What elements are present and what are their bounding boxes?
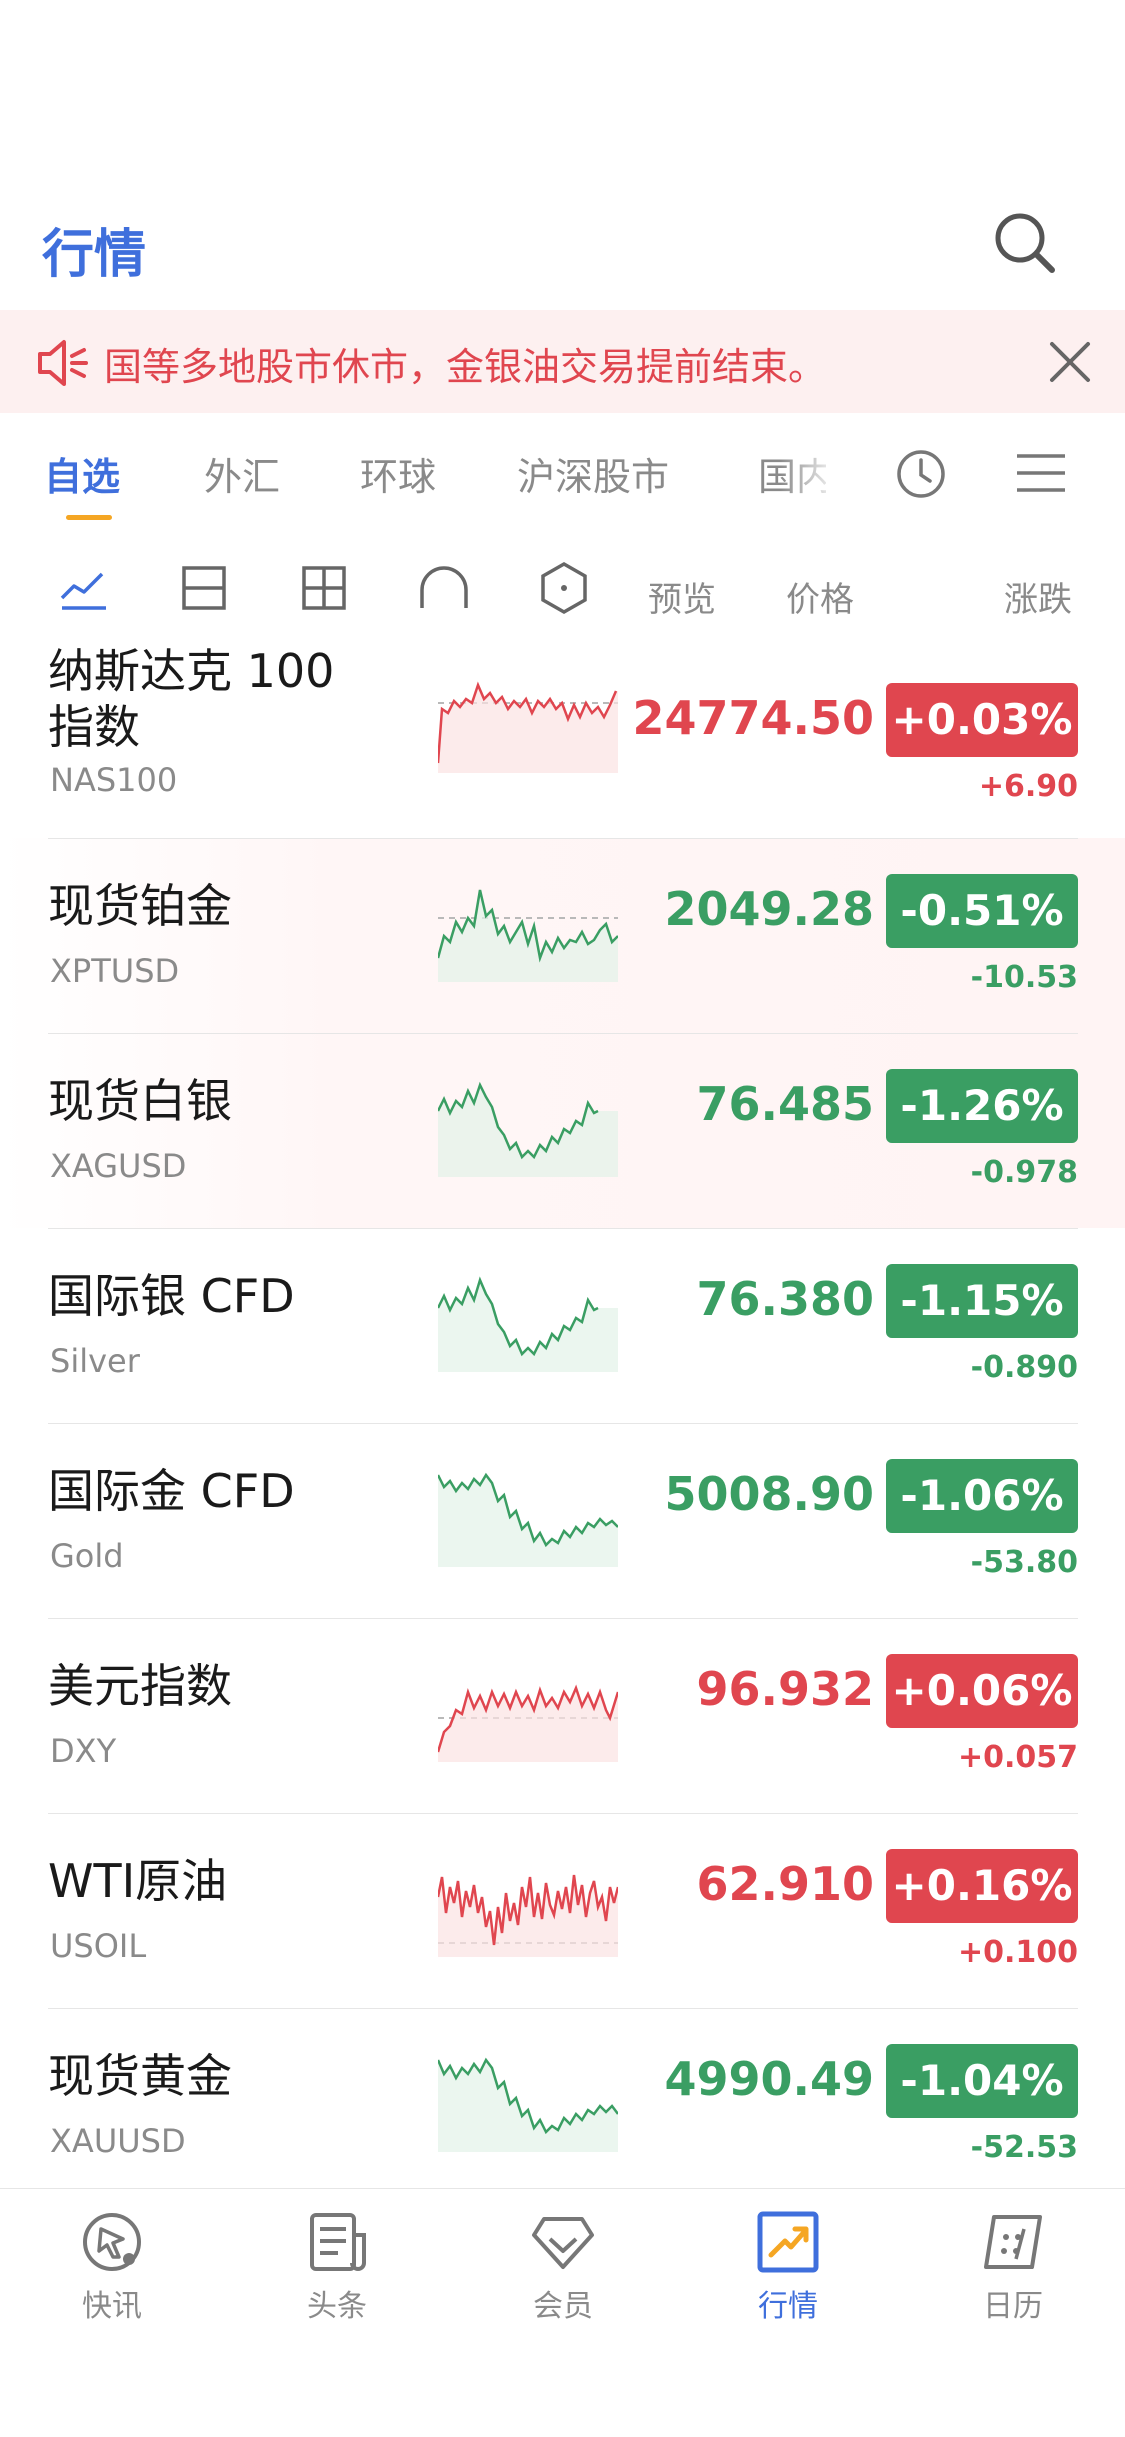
- quote-change: -10.53: [970, 960, 1078, 995]
- quote-percent-badge[interactable]: +0.03%: [886, 683, 1078, 757]
- line-view-icon[interactable]: [56, 560, 112, 616]
- bottom-navigation: 快讯 头条 会员 行情 日历: [0, 2188, 1125, 2437]
- quote-price: 4990.49: [664, 2052, 874, 2106]
- quote-symbol: XAUUSD: [50, 2122, 186, 2160]
- category-tabs: 自选 外汇 环球 沪深股市 国内: [0, 428, 1125, 528]
- quote-price: 96.932: [696, 1662, 874, 1716]
- sparkline-chart: [438, 1081, 618, 1177]
- quote-name: 美元指数: [48, 1659, 232, 1713]
- tab-scroll-fade: [780, 430, 840, 520]
- quote-name: 国际金 CFD: [48, 1464, 295, 1518]
- quote-row-gold-cfd[interactable]: 国际金 CFD Gold 5008.90 -1.06% -53.80: [48, 1423, 1078, 1619]
- tab-forex[interactable]: 外汇: [204, 446, 280, 501]
- quote-percent-badge[interactable]: -1.04%: [886, 2044, 1078, 2118]
- quote-row-xptusd[interactable]: 现货铂金 XPTUSD 2049.28 -0.51% -10.53: [48, 838, 1078, 1034]
- quote-name: 现货黄金: [48, 2049, 232, 2103]
- nav-flash[interactable]: 快讯: [37, 2209, 187, 2325]
- sparkline-chart: [438, 2057, 618, 2152]
- flash-icon: [83, 2213, 141, 2271]
- quote-symbol: DXY: [50, 1732, 117, 1770]
- quote-percent-badge[interactable]: -0.51%: [886, 874, 1078, 948]
- quote-name: 现货白银: [48, 1074, 232, 1128]
- calendar-icon: [984, 2215, 1042, 2269]
- quote-price: 76.380: [696, 1272, 874, 1326]
- sparkline-chart: [438, 1874, 618, 1957]
- quote-price: 62.910: [696, 1857, 874, 1911]
- quote-name: WTI原油: [48, 1854, 228, 1908]
- news-icon: [310, 2213, 366, 2271]
- quote-percent-badge[interactable]: -1.15%: [886, 1264, 1078, 1338]
- tab-watchlist[interactable]: 自选: [44, 446, 120, 501]
- tab-a-shares[interactable]: 沪深股市: [517, 446, 669, 501]
- quote-row-usoil[interactable]: WTI原油 USOIL 62.910 +0.16% +0.100: [48, 1813, 1078, 2009]
- nav-membership[interactable]: 会员: [488, 2209, 638, 2325]
- quote-percent-badge[interactable]: +0.16%: [886, 1849, 1078, 1923]
- column-change[interactable]: 涨跌: [1004, 572, 1072, 621]
- nav-headlines[interactable]: 头条: [262, 2209, 412, 2325]
- quote-price: 24774.50: [632, 691, 874, 745]
- menu-icon[interactable]: [1015, 450, 1067, 496]
- list-view-icon[interactable]: [176, 560, 232, 616]
- quote-change: -52.53: [970, 2130, 1078, 2165]
- market-chart-icon: [757, 2211, 819, 2273]
- page-title: 行情: [42, 225, 147, 285]
- hexagon-view-icon[interactable]: [536, 560, 592, 616]
- quote-price: 76.485: [696, 1077, 874, 1131]
- column-preview: 预览: [648, 580, 716, 620]
- nav-market[interactable]: 行情: [713, 2209, 863, 2325]
- column-price[interactable]: 价格: [786, 572, 854, 621]
- quote-row-xagusd[interactable]: 现货白银 XAGUSD 76.485 -1.26% -0.978: [48, 1033, 1078, 1229]
- sparkline-chart: [438, 1276, 618, 1372]
- quote-symbol: Silver: [50, 1342, 140, 1380]
- quote-price: 2049.28: [664, 882, 874, 936]
- quote-name: 现货铂金: [48, 879, 232, 933]
- clock-icon[interactable]: [895, 448, 947, 500]
- quote-change: -53.80: [970, 1545, 1078, 1580]
- nav-label: 日历: [983, 2289, 1043, 2324]
- arc-view-icon[interactable]: [416, 560, 472, 616]
- quote-change: +0.057: [957, 1740, 1078, 1775]
- quote-symbol: USOIL: [50, 1927, 147, 1965]
- close-icon[interactable]: [1048, 340, 1092, 384]
- quote-name-line2: 指数: [48, 700, 140, 754]
- tab-global[interactable]: 环球: [360, 446, 436, 501]
- sparkline-chart: [438, 889, 618, 982]
- quote-symbol: NAS100: [50, 761, 178, 799]
- sparkline-chart: [438, 681, 618, 773]
- notice-banner[interactable]: 国等多地股市休市，金银油交易提前结束。: [0, 310, 1125, 413]
- quote-symbol: XPTUSD: [50, 952, 180, 990]
- quote-name: 国际银 CFD: [48, 1269, 295, 1323]
- grid-view-icon[interactable]: [296, 560, 352, 616]
- nav-label: 快讯: [82, 2289, 142, 2324]
- quote-row-nas100[interactable]: 纳斯达克 100 指数 NAS100 24774.50 +0.03% +6.90: [48, 643, 1078, 839]
- sparkline-chart: [438, 1684, 618, 1762]
- quote-change: -0.978: [970, 1155, 1078, 1190]
- quote-row-silver-cfd[interactable]: 国际银 CFD Silver 76.380 -1.15% -0.890: [48, 1228, 1078, 1424]
- quote-name: 纳斯达克 100: [48, 644, 335, 698]
- notice-text: 国等多地股市休市，金银油交易提前结束。: [104, 345, 827, 389]
- quote-change: +0.100: [957, 1935, 1078, 1970]
- nav-calendar[interactable]: 日历: [938, 2209, 1088, 2325]
- quote-change: -0.890: [970, 1350, 1078, 1385]
- quote-percent-badge[interactable]: -1.26%: [886, 1069, 1078, 1143]
- diamond-icon: [532, 2217, 594, 2269]
- active-tab-indicator: [66, 515, 112, 520]
- view-toolbar: 预览 价格 涨跌: [0, 548, 1125, 638]
- nav-label: 会员: [533, 2289, 593, 2324]
- quote-change: +6.90: [978, 769, 1078, 804]
- search-icon[interactable]: [990, 208, 1060, 278]
- nav-label: 行情: [758, 2289, 818, 2324]
- quote-percent-badge[interactable]: -1.06%: [886, 1459, 1078, 1533]
- app-header: 行情: [0, 0, 1125, 310]
- quote-row-xauusd[interactable]: 现货黄金 XAUUSD 4990.49 -1.04% -52.53: [48, 2008, 1078, 2203]
- quote-row-dxy[interactable]: 美元指数 DXY 96.932 +0.06% +0.057: [48, 1618, 1078, 1814]
- sparkline-chart: [438, 1472, 618, 1567]
- quote-percent-badge[interactable]: +0.06%: [886, 1654, 1078, 1728]
- quote-symbol: XAGUSD: [50, 1147, 187, 1185]
- quote-symbol: Gold: [50, 1537, 124, 1575]
- nav-label: 头条: [307, 2289, 367, 2324]
- speaker-icon: [38, 340, 88, 386]
- quote-price: 5008.90: [664, 1467, 874, 1521]
